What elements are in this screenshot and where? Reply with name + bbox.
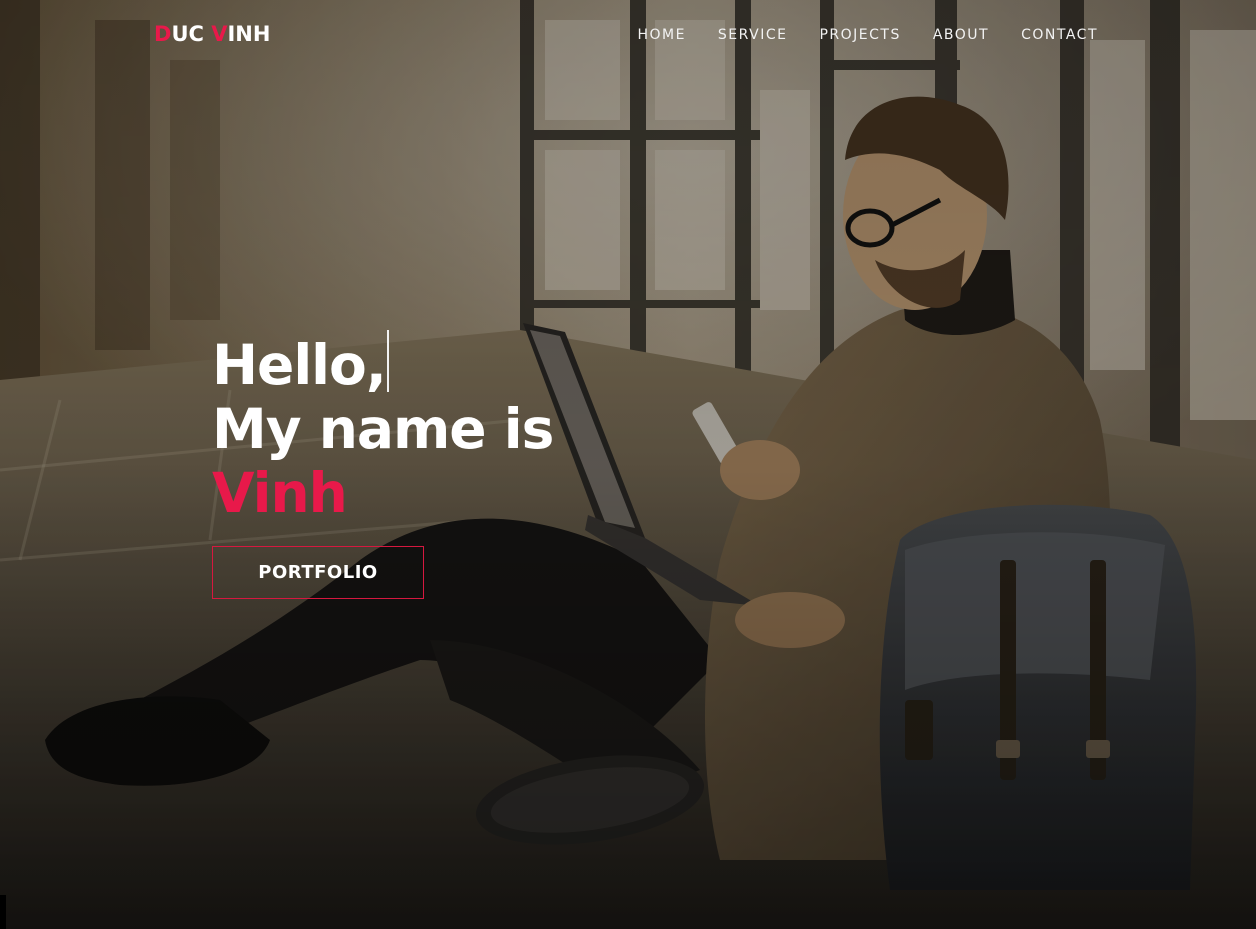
hero-section: DUC VINH HOME SERVICE PROJECTS ABOUT CON… xyxy=(0,0,1256,929)
logo-initial-d: D xyxy=(154,22,172,46)
hero-greeting-line: Hello, xyxy=(212,330,553,397)
logo-initial-v: V xyxy=(211,22,228,46)
portfolio-button[interactable]: PORTFOLIO xyxy=(212,546,424,599)
hero-greeting: Hello, xyxy=(212,333,387,397)
site-logo[interactable]: DUC VINH xyxy=(154,22,270,46)
logo-text-inh: INH xyxy=(227,22,271,46)
navbar: DUC VINH HOME SERVICE PROJECTS ABOUT CON… xyxy=(0,0,1256,70)
nav-link-about[interactable]: ABOUT xyxy=(933,27,989,43)
corner-scrollbar-mark xyxy=(0,895,6,929)
nav-menu: HOME SERVICE PROJECTS ABOUT CONTACT xyxy=(637,27,1098,43)
nav-link-projects[interactable]: PROJECTS xyxy=(819,27,900,43)
hero-headline: Hello, My name is Vinh xyxy=(212,330,554,525)
hero-name: Vinh xyxy=(212,461,348,525)
logo-text-uc: UC xyxy=(171,22,212,46)
typing-caret xyxy=(386,330,389,392)
hero-intro: My name is xyxy=(212,397,554,461)
nav-link-contact[interactable]: CONTACT xyxy=(1021,27,1098,43)
nav-link-service[interactable]: SERVICE xyxy=(718,27,788,43)
hero-background-photo xyxy=(0,0,1256,929)
nav-link-home[interactable]: HOME xyxy=(637,27,685,43)
